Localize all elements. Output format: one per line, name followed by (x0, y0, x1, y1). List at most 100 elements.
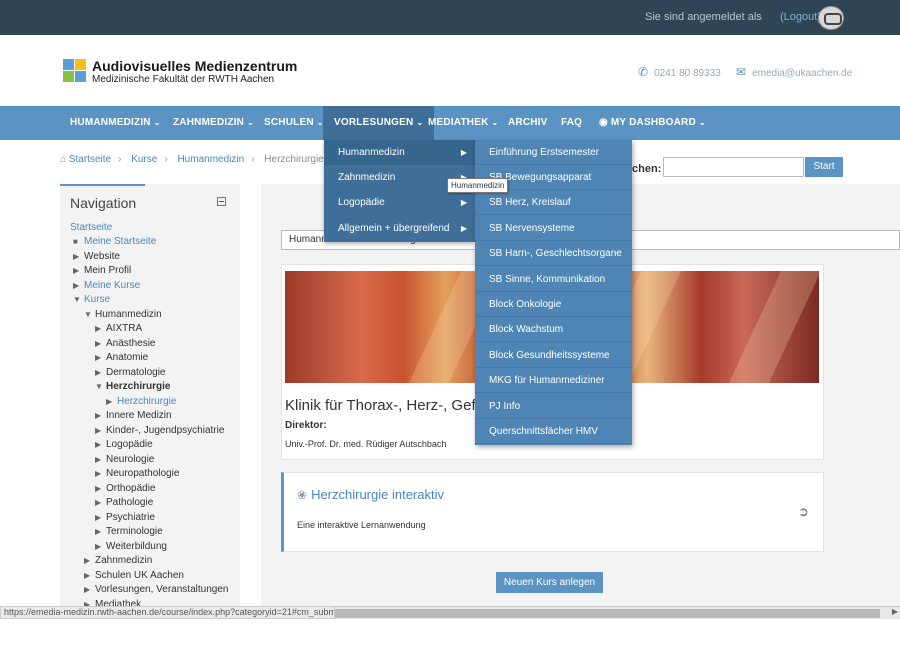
tree-herzchirurgie-course[interactable]: ▶ Herzchirurgie (106, 396, 176, 407)
caret-right-icon: ▶ (95, 339, 102, 348)
logo-subtitle: Medizinische Fakultät der RWTH Aachen (92, 74, 275, 85)
envelope-icon: ✉ (736, 65, 747, 79)
caret-right-icon: ▶ (460, 224, 467, 233)
submenu-item[interactable]: MKG für Humanmediziner (475, 368, 632, 393)
tree-terminologie[interactable]: ▶ Terminologie (95, 526, 163, 537)
nav-zahnmedizin[interactable]: ZAHNMEDIZIN ⌄ (162, 106, 265, 140)
caret-right-icon: ▶ (95, 411, 102, 420)
course-title[interactable]: Klinik für Thorax-, Herz-, Gefä (285, 397, 475, 414)
tree-innere-medizin[interactable]: ▶ Innere Medizin (95, 410, 172, 421)
tree-neurologie[interactable]: ▶ Neurologie (95, 454, 154, 465)
user-avatar[interactable] (818, 6, 844, 30)
phone-icon: ✆ (638, 65, 649, 79)
tree-weiterbildung[interactable]: ▶ Weiterbildung (95, 541, 167, 552)
caret-right-icon: ▶ (95, 426, 102, 435)
new-course-button[interactable]: Neuen Kurs anlegen (496, 572, 603, 593)
caret-right-icon: ▶ (106, 397, 113, 406)
tree-herzchirurgie[interactable]: ▼ Herzchirurgie (95, 381, 170, 392)
caret-right-icon: ▶ (84, 556, 91, 565)
submenu-item[interactable]: SB Sinne, Kommunikation (475, 267, 632, 292)
tree-mein-profil[interactable]: ▶ Mein Profil (73, 265, 131, 276)
tree-zahnmedizin[interactable]: ▶ Zahnmedizin (84, 555, 152, 566)
breadcrumb-current: Herzchirurgie (264, 154, 324, 165)
search-input[interactable] (663, 157, 804, 177)
caret-right-icon: ▶ (95, 368, 102, 377)
breadcrumb-kurse[interactable]: Kurse (131, 154, 157, 165)
submenu-item[interactable]: Einführung Erstsemester (475, 140, 632, 165)
tree-anatomie[interactable]: ▶ Anatomie (95, 352, 148, 363)
logo-title[interactable]: Audiovisuelles Medienzentrum (92, 58, 297, 74)
tree-meine-startseite[interactable]: ■ Meine Startseite (73, 236, 156, 247)
chevron-down-icon: ⌄ (153, 118, 161, 127)
course-director: Univ.-Prof. Dr. med. Rüdiger Autschbach (285, 439, 447, 449)
caret-down-icon: ▼ (95, 382, 103, 391)
navigation-block: Navigation Startseite ■ Meine Startseite … (60, 184, 240, 610)
breadcrumb-humanmedizin[interactable]: Humanmedizin (177, 154, 244, 165)
caret-right-icon: ▶ (95, 513, 102, 522)
tree-psychiatrie[interactable]: ▶ Psychiatrie (95, 512, 155, 523)
nav-humanmedizin[interactable]: HUMANMEDIZIN ⌄ (59, 106, 172, 140)
tree-dermatologie[interactable]: ▶ Dermatologie (95, 367, 165, 378)
tree-kinder-jugendpsychiatrie[interactable]: ▶ Kinder-, Jugendpsychiatrie (95, 425, 224, 436)
home-icon: ⌂ (60, 154, 67, 165)
scroll-right-icon[interactable]: ▶ (892, 607, 898, 616)
caret-right-icon: ▶ (95, 440, 102, 449)
tree-aixtra[interactable]: ▶ AIXTRA (95, 323, 142, 334)
logout-link[interactable]: (Logout) (780, 11, 821, 23)
tooltip: Humanmedizin (447, 178, 509, 193)
scrollbar-thumb[interactable] (335, 609, 880, 618)
caret-right-icon: ▶ (95, 527, 102, 536)
tree-kurse[interactable]: ▼ Kurse (73, 294, 110, 305)
interactive-course-title[interactable]: ❀ Herzchirurgie interaktiv (297, 487, 444, 502)
tree-pathologie[interactable]: ▶ Pathologie (95, 497, 153, 508)
site-header: Audiovisuelles Medienzentrum Medizinisch… (0, 35, 900, 106)
tree-website[interactable]: ▶ Website (73, 251, 120, 262)
tree-logopaedie[interactable]: ▶ Logopädie (95, 439, 153, 450)
contact-phone: ✆ 0241 80 89333 (638, 65, 721, 79)
logo-icon[interactable] (63, 59, 87, 83)
tree-neuropathologie[interactable]: ▶ Neuropathologie (95, 468, 179, 479)
dashboard-icon: ◉ (599, 117, 611, 128)
nav-mediathek[interactable]: MEDIATHEK ⌄ (417, 106, 509, 140)
caret-right-icon: ▶ (95, 484, 102, 493)
status-bar-url: https://emedia-medizin.rwth-aachen.de/co… (0, 606, 335, 619)
submenu-item[interactable]: Block Gesundheitssysteme (475, 343, 632, 368)
tree-humanmedizin[interactable]: ▼ Humanmedizin (84, 309, 162, 320)
tree-vorlesungen[interactable]: ▶ Vorlesungen, Veranstaltungen (84, 584, 228, 595)
tree-schulen-uk-aachen[interactable]: ▶ Schulen UK Aachen (84, 570, 184, 581)
submenu-item[interactable]: SB Nervensysteme (475, 216, 632, 241)
collapse-icon[interactable] (217, 197, 226, 206)
tree-meine-kurse[interactable]: ▶ Meine Kurse (73, 280, 140, 291)
search-button[interactable]: Start (805, 157, 843, 177)
nav-faq[interactable]: FAQ (550, 106, 593, 140)
caret-right-icon: ▶ (460, 148, 467, 157)
caret-right-icon: ▶ (84, 585, 91, 594)
menu-allgemein[interactable]: Allgemein + übergreifend ▶ (324, 216, 475, 241)
menu-humanmedizin[interactable]: Humanmedizin ▶ (324, 140, 475, 165)
nav-my-dashboard[interactable]: ◉ MY DASHBOARD ⌄ (588, 106, 717, 140)
enter-course-icon[interactable]: ➲ (798, 504, 809, 520)
horizontal-scrollbar[interactable]: ▶ (335, 606, 900, 619)
caret-right-icon: ▶ (95, 353, 102, 362)
caret-right-icon: ▶ (95, 455, 102, 464)
caret-right-icon: ▶ (73, 266, 80, 275)
contact-email[interactable]: ✉ emedia@ukaachen.de (736, 65, 852, 79)
submenu-item[interactable]: Querschnittsfächer HMV (475, 419, 632, 444)
caret-right-icon: ▶ (73, 281, 80, 290)
submenu-item[interactable]: Block Onkologie (475, 292, 632, 317)
navigation-title: Navigation (70, 195, 137, 211)
chevron-down-icon: ⌄ (698, 118, 706, 127)
submenu-item[interactable]: SB Harn-, Geschlechtsorgane (475, 241, 632, 266)
tree-anaesthesie[interactable]: ▶ Anästhesie (95, 338, 155, 349)
menu-logopaedie[interactable]: Logopädie ▶ (324, 190, 475, 215)
breadcrumb-startseite[interactable]: Startseite (69, 154, 111, 165)
submenu-item[interactable]: PJ Info (475, 394, 632, 419)
caret-right-icon: ▶ (73, 252, 80, 261)
search-label: chen: (632, 163, 662, 175)
tree-orthopaedie[interactable]: ▶ Orthopädie (95, 483, 155, 494)
caret-right-icon: ▶ (95, 469, 102, 478)
caret-down-icon: ▼ (84, 310, 92, 319)
submenu-item[interactable]: Block Wachstum (475, 317, 632, 342)
tree-startseite[interactable]: Startseite (70, 222, 112, 233)
submenu-item[interactable]: SB Herz, Kreislauf (475, 190, 632, 215)
